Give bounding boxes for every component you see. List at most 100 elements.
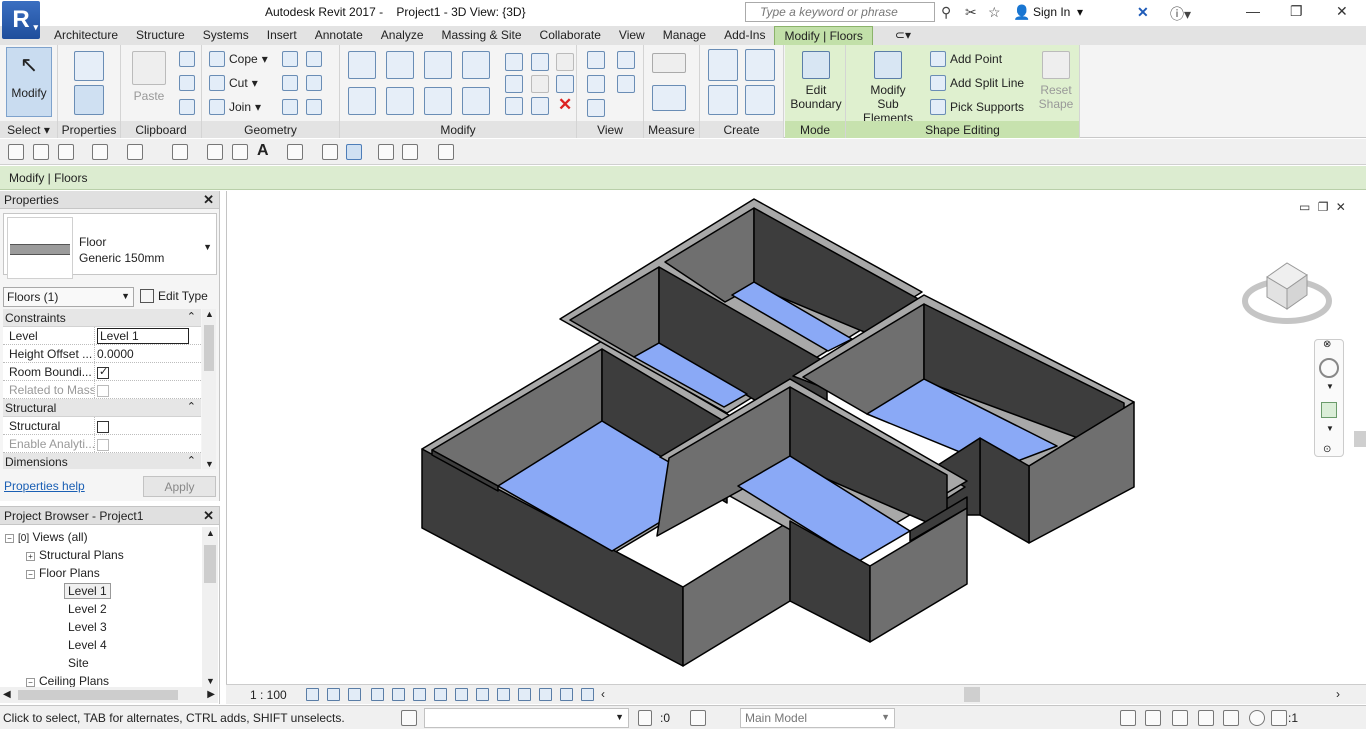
viewport-horizontal-scroll-thumb[interactable] xyxy=(964,687,980,702)
beam-join-icon[interactable] xyxy=(282,99,298,115)
move-icon[interactable] xyxy=(348,87,376,115)
expand-tree-icon[interactable]: + xyxy=(26,552,35,561)
floor-plan-3d-model[interactable] xyxy=(227,191,1366,684)
edit-type-button[interactable]: Edit Type xyxy=(140,287,208,303)
customize-qat-icon[interactable] xyxy=(438,144,454,160)
scroll-up-icon[interactable]: ▲ xyxy=(205,309,214,319)
measure-qat-icon[interactable] xyxy=(172,144,188,160)
close-view-icon[interactable]: ✕ xyxy=(1336,200,1346,214)
user-icon[interactable]: 👤 xyxy=(1013,4,1030,21)
worksharing-display-icon[interactable] xyxy=(518,688,531,701)
default-3d-view-icon[interactable] xyxy=(287,144,303,160)
tab-insert[interactable]: Insert xyxy=(258,26,306,45)
halftone-icon[interactable] xyxy=(617,75,635,93)
chevron-down-icon[interactable]: ▼ xyxy=(203,242,212,252)
demolish-icon[interactable] xyxy=(282,75,298,91)
select-panel-label[interactable]: Select ▾ xyxy=(0,121,57,138)
properties-close-icon[interactable]: ✕ xyxy=(203,192,214,208)
tab-modify-floors[interactable]: Modify | Floors xyxy=(774,26,873,45)
restore-view-icon[interactable]: ❐ xyxy=(1318,200,1329,214)
tree-level-1[interactable]: Level 1 xyxy=(64,583,111,599)
close-window-button[interactable]: ✕ xyxy=(1336,3,1348,20)
override-graphics-icon[interactable] xyxy=(617,51,635,69)
wall-joins-icon[interactable] xyxy=(282,51,298,67)
tree-ceiling-plans[interactable]: − Ceiling Plans xyxy=(26,674,109,688)
eraser-icon[interactable] xyxy=(587,99,605,117)
tab-massing-site[interactable]: Massing & Site xyxy=(433,26,531,45)
visual-style-icon[interactable] xyxy=(327,688,340,701)
viewcube[interactable] xyxy=(1241,255,1337,329)
subscription-icon[interactable]: ✂ xyxy=(965,4,977,21)
zoom-region-icon[interactable] xyxy=(1321,402,1337,418)
steering-wheel-icon[interactable] xyxy=(1319,358,1339,378)
cut-geometry-button[interactable]: Cut ▾ xyxy=(209,75,258,91)
application-menu-button[interactable]: R ▾ xyxy=(2,1,40,39)
design-option-dropdown[interactable]: Main Model ▼ xyxy=(740,708,895,728)
tab-manage[interactable]: Manage xyxy=(654,26,715,45)
create-parts-icon[interactable] xyxy=(745,49,775,81)
instance-filter-dropdown[interactable]: Floors (1) ▼ xyxy=(3,287,134,307)
tab-systems[interactable]: Systems xyxy=(194,26,258,45)
modify-button[interactable]: ↖ Modify xyxy=(6,47,52,117)
unpin-icon[interactable] xyxy=(556,75,574,93)
scroll-right-icon[interactable]: › xyxy=(1336,687,1340,701)
pin-icon[interactable] xyxy=(556,53,574,71)
tab-collaborate[interactable]: Collaborate xyxy=(531,26,610,45)
temporary-properties-icon[interactable] xyxy=(539,688,552,701)
offset-icon[interactable] xyxy=(386,51,414,79)
group-structural[interactable]: Structural ⌃ xyxy=(3,399,201,417)
search-input[interactable]: Type a keyword or phrase xyxy=(745,2,935,22)
pick-supports-button[interactable]: Pick Supports xyxy=(930,99,1024,115)
tab-view[interactable]: View xyxy=(610,26,654,45)
binoculars-icon[interactable]: ⚲ xyxy=(941,4,951,21)
favorites-star-icon[interactable]: ☆ xyxy=(988,4,1001,21)
3d-viewport[interactable]: ▭ ❐ ✕ ⊗ ▼ ▼ ⊙ xyxy=(226,191,1366,684)
filter-icon[interactable] xyxy=(1271,710,1287,726)
modify-sub-elements-button[interactable]: Modify Sub Elements xyxy=(851,51,925,125)
type-properties-icon[interactable] xyxy=(74,51,104,81)
properties-icon[interactable] xyxy=(74,85,104,115)
cope-button[interactable]: Cope ▾ xyxy=(209,51,268,67)
group-dimensions[interactable]: Dimensions ⌃ xyxy=(3,453,201,469)
delete-icon[interactable]: ✕ xyxy=(558,95,572,115)
split-gap-icon[interactable] xyxy=(531,53,549,71)
tree-site[interactable]: Site xyxy=(68,656,89,670)
aligned-dimension-icon[interactable] xyxy=(652,85,686,111)
add-split-line-button[interactable]: Add Split Line xyxy=(930,75,1024,91)
collapse-tree-icon[interactable]: − xyxy=(5,534,14,543)
temporary-hide-icon[interactable] xyxy=(476,688,489,701)
select-links-icon[interactable] xyxy=(1120,710,1136,726)
help-icon[interactable]: ⓘ▾ xyxy=(1170,4,1191,24)
save-icon[interactable] xyxy=(33,144,49,160)
sun-path-icon[interactable] xyxy=(348,688,361,701)
select-underlay-icon[interactable] xyxy=(1145,710,1161,726)
trim-extend-icon[interactable] xyxy=(462,87,490,115)
crop-view-icon[interactable] xyxy=(413,688,426,701)
rotate-icon[interactable] xyxy=(424,87,452,115)
sign-in-link[interactable]: Sign In ▾ xyxy=(1033,5,1083,19)
shadows-icon[interactable] xyxy=(371,688,384,701)
scale-icon[interactable] xyxy=(531,75,549,93)
tab-add-ins[interactable]: Add-Ins xyxy=(715,26,774,45)
hammer-icon[interactable] xyxy=(306,99,322,115)
add-point-button[interactable]: Add Point xyxy=(930,51,1002,67)
aligned-dim-qat-icon[interactable] xyxy=(207,144,223,160)
structural-checkbox[interactable] xyxy=(97,421,109,433)
view-scale[interactable]: 1 : 100 xyxy=(250,688,287,702)
join-button[interactable]: Join ▾ xyxy=(209,99,261,115)
background-process-icon[interactable] xyxy=(1249,710,1265,726)
mirror-axis-icon[interactable] xyxy=(424,51,452,79)
reveal-hidden-icon[interactable] xyxy=(497,688,510,701)
scroll-down-icon[interactable]: ▼ xyxy=(205,459,214,469)
copy-element-icon[interactable] xyxy=(386,87,414,115)
lock-3d-view-icon[interactable] xyxy=(455,688,468,701)
create-group-icon[interactable] xyxy=(708,85,738,115)
properties-scrollbar[interactable]: ▲ ▼ xyxy=(202,309,216,469)
close-hidden-windows-icon[interactable] xyxy=(378,144,394,160)
tree-level-2[interactable]: Level 2 xyxy=(68,602,107,616)
tab-structure[interactable]: Structure xyxy=(127,26,194,45)
match-type-icon[interactable] xyxy=(179,99,195,115)
scroll-left-icon[interactable]: ‹ xyxy=(601,687,605,701)
undo-icon[interactable] xyxy=(92,144,108,160)
array-icon[interactable] xyxy=(505,75,523,93)
